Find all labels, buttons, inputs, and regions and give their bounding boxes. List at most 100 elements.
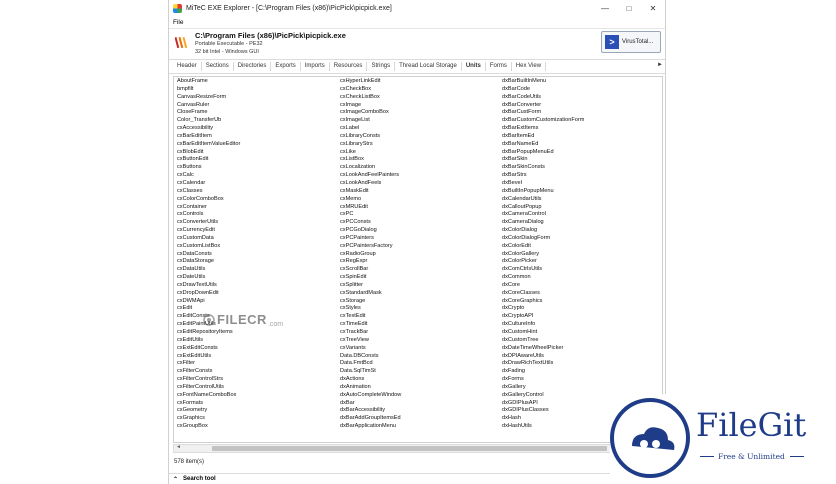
- unit-list-item[interactable]: dxCalendarUtils: [502, 196, 584, 204]
- unit-list-item[interactable]: cxTrackBar: [340, 329, 401, 337]
- unit-list-item[interactable]: dxBarBuiltInMenu: [502, 78, 584, 86]
- unit-list-item[interactable]: cxCalendar: [177, 180, 240, 188]
- unit-list-item[interactable]: dxBarAddGroupItemsEd: [340, 415, 401, 423]
- unit-list-item[interactable]: dxDrawRichTextUtils: [502, 360, 584, 368]
- unit-list-item[interactable]: cxLocalization: [340, 164, 401, 172]
- unit-list-item[interactable]: cxLookAndFeelPainters: [340, 172, 401, 180]
- unit-list-item[interactable]: cxCurrencyEdit: [177, 227, 240, 235]
- unit-list-item[interactable]: Color_TransferUb: [177, 117, 240, 125]
- unit-list-item[interactable]: bmpfilt: [177, 86, 240, 94]
- unit-list-item[interactable]: cxMRUEdit: [340, 204, 401, 212]
- unit-list-item[interactable]: cxTimeEdit: [340, 321, 401, 329]
- unit-list-item[interactable]: cxCalc: [177, 172, 240, 180]
- unit-list-item[interactable]: dxActions: [340, 376, 401, 384]
- unit-list-item[interactable]: dxColorEdit: [502, 243, 584, 251]
- minimize-button[interactable]: —: [593, 0, 617, 17]
- unit-list-item[interactable]: dxCultureInfo: [502, 321, 584, 329]
- unit-list-item[interactable]: cxStandardMask: [340, 290, 401, 298]
- unit-list-item[interactable]: dxCameraControl: [502, 211, 584, 219]
- unit-list-item[interactable]: CanvasRuler: [177, 102, 240, 110]
- unit-list-item[interactable]: cxStorage: [340, 298, 401, 306]
- unit-list-item[interactable]: cxAccessibility: [177, 125, 240, 133]
- unit-list-item[interactable]: cxGraphics: [177, 415, 240, 423]
- unit-list-item[interactable]: dxBarNameEd: [502, 141, 584, 149]
- tab-resources[interactable]: Resources: [330, 62, 368, 71]
- unit-list-item[interactable]: dxCameraDialog: [502, 219, 584, 227]
- tab-hex-view[interactable]: Hex View: [512, 62, 547, 71]
- unit-list-item[interactable]: dxCustomTree: [502, 337, 584, 345]
- maximize-button[interactable]: □: [617, 0, 641, 17]
- unit-list-item[interactable]: cxDateUtils: [177, 274, 240, 282]
- unit-list-item[interactable]: cxButtonEdit: [177, 156, 240, 164]
- unit-list-item[interactable]: cxStyles: [340, 305, 401, 313]
- scroll-left-icon[interactable]: ◄: [176, 444, 181, 450]
- unit-list-item[interactable]: dxBarCodeUtils: [502, 94, 584, 102]
- unit-list-item[interactable]: dxGallery: [502, 384, 584, 392]
- unit-list-item[interactable]: cxConverterUtils: [177, 219, 240, 227]
- unit-list-item[interactable]: cxPCPaintersFactory: [340, 243, 401, 251]
- unit-list-item[interactable]: cxLabel: [340, 125, 401, 133]
- tab-thread-local-storage[interactable]: Thread Local Storage: [395, 62, 462, 71]
- menu-file[interactable]: File: [173, 19, 183, 26]
- unit-list-item[interactable]: dxBarItemEd: [502, 133, 584, 141]
- unit-list-item[interactable]: cxHyperLinkEdit: [340, 78, 401, 86]
- unit-list-item[interactable]: dxCoreGraphics: [502, 298, 584, 306]
- search-tool-toggle[interactable]: ⌃ Search tool: [169, 473, 665, 484]
- unit-list-item[interactable]: cxExtEditConsts: [177, 345, 240, 353]
- unit-list-item[interactable]: dxColorDialog: [502, 227, 584, 235]
- close-button[interactable]: ✕: [641, 0, 665, 17]
- unit-list-item[interactable]: AboutFrame: [177, 78, 240, 86]
- unit-list-item[interactable]: dxBevel: [502, 180, 584, 188]
- unit-list-item[interactable]: dxBarStrs: [502, 172, 584, 180]
- unit-list-item[interactable]: cxGeometry: [177, 407, 240, 415]
- unit-list-item[interactable]: dxBarAccessibility: [340, 407, 401, 415]
- unit-list-item[interactable]: cxGroupBox: [177, 423, 240, 431]
- unit-list-item[interactable]: dxBarApplicationMenu: [340, 423, 401, 431]
- unit-list-item[interactable]: cxScrollBar: [340, 266, 401, 274]
- horizontal-scrollbar[interactable]: ◄ ►: [173, 444, 663, 453]
- tab-header[interactable]: Header: [173, 62, 202, 71]
- unit-list-item[interactable]: cxDataUtils: [177, 266, 240, 274]
- unit-list-item[interactable]: cxMaskEdit: [340, 188, 401, 196]
- tab-units[interactable]: Units: [462, 62, 486, 71]
- unit-list-item[interactable]: dxDateTimeWheelPicker: [502, 345, 584, 353]
- unit-list-item[interactable]: cxSplitter: [340, 282, 401, 290]
- unit-list-item[interactable]: cxMemo: [340, 196, 401, 204]
- units-list[interactable]: AboutFrame bmpfilt CanvasResizeForm CanvasR…: [173, 76, 663, 443]
- unit-list-item[interactable]: cxDWMApi: [177, 298, 240, 306]
- tab-imports[interactable]: Imports: [301, 62, 330, 71]
- unit-list-item[interactable]: cxFormats: [177, 400, 240, 408]
- unit-list-item[interactable]: cxEditUtils: [177, 337, 240, 345]
- unit-list-item[interactable]: dxBarPopupMenuEd: [502, 149, 584, 157]
- unit-list-item[interactable]: cxButtons: [177, 164, 240, 172]
- unit-list-item[interactable]: cxFilterConsts: [177, 368, 240, 376]
- unit-list-item[interactable]: cxTextEdit: [340, 313, 401, 321]
- unit-list-item[interactable]: dxCrypto: [502, 305, 584, 313]
- scrollbar-thumb[interactable]: [212, 446, 607, 451]
- unit-list-item[interactable]: cxFilter: [177, 360, 240, 368]
- unit-list-item[interactable]: Data.DBConsts: [340, 353, 401, 361]
- unit-list-item[interactable]: cxImage: [340, 102, 401, 110]
- unit-list-item[interactable]: dxBuiltInPopupMenu: [502, 188, 584, 196]
- unit-list-item[interactable]: dxCalloutPopup: [502, 204, 584, 212]
- unit-list-item[interactable]: dxBarCustomCustomizationForm: [502, 117, 584, 125]
- tab-directories[interactable]: Directories: [234, 62, 272, 71]
- unit-list-item[interactable]: dxCryptoAPI: [502, 313, 584, 321]
- unit-list-item[interactable]: dxHash: [502, 415, 584, 423]
- unit-list-item[interactable]: dxGalleryControl: [502, 392, 584, 400]
- unit-list-item[interactable]: cxCheckBox: [340, 86, 401, 94]
- unit-list-item[interactable]: dxAutoCompleteWindow: [340, 392, 401, 400]
- unit-list-item[interactable]: dxBarExtItems: [502, 125, 584, 133]
- unit-list-item[interactable]: cxDataStorage: [177, 258, 240, 266]
- unit-list-item[interactable]: dxComCtrlsUtils: [502, 266, 584, 274]
- unit-list-item[interactable]: cxContainer: [177, 204, 240, 212]
- tab-sections[interactable]: Sections: [202, 62, 234, 71]
- unit-list-item[interactable]: cxPCPainters: [340, 235, 401, 243]
- unit-list-item[interactable]: cxBlobEdit: [177, 149, 240, 157]
- unit-list-item[interactable]: cxRadioGroup: [340, 251, 401, 259]
- unit-list-item[interactable]: CloseFrame: [177, 109, 240, 117]
- unit-list-item[interactable]: Data.FmtBcd: [340, 360, 401, 368]
- unit-list-item[interactable]: dxBarSkinConsts: [502, 164, 584, 172]
- unit-list-item[interactable]: cxPC: [340, 211, 401, 219]
- unit-list-item[interactable]: cxLike: [340, 149, 401, 157]
